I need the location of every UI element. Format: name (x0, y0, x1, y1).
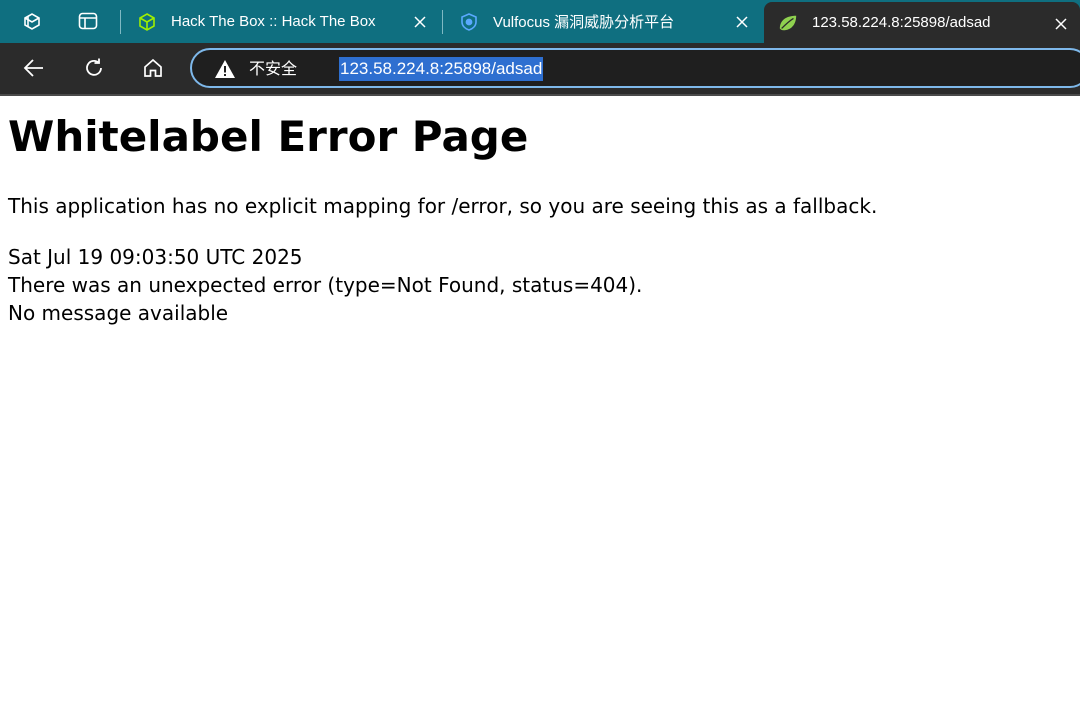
not-secure-label[interactable]: 不安全 (249, 59, 297, 79)
error-message: No message available (8, 301, 229, 325)
url-text[interactable]: 123.58.224.8:25898/adsad (339, 57, 544, 81)
workspaces-icon[interactable] (14, 4, 50, 38)
tab-actions-icon[interactable] (70, 4, 106, 38)
address-bar[interactable]: 不安全 123.58.224.8:25898/adsad (190, 48, 1080, 88)
page-title: Whitelabel Error Page (8, 112, 529, 161)
page-content: Whitelabel Error Page This application h… (0, 96, 1080, 704)
tab-strip: Hack The Box :: Hack The Box Vulfocus 漏洞… (0, 0, 1080, 43)
error-type-status: There was an unexpected error (type=Not … (8, 273, 643, 297)
close-icon[interactable] (731, 11, 753, 33)
spring-leaf-icon (778, 13, 798, 33)
warning-icon[interactable] (214, 59, 236, 79)
htb-cube-icon (137, 12, 157, 32)
tab-title: Vulfocus 漏洞威胁分析平台 (493, 14, 675, 31)
tab-vulfocus[interactable]: Vulfocus 漏洞威胁分析平台 (443, 0, 763, 43)
close-icon[interactable] (1050, 13, 1072, 35)
tab-error-page[interactable]: 123.58.224.8:25898/adsad (764, 2, 1080, 43)
tab-title: Hack The Box :: Hack The Box (171, 13, 376, 30)
home-icon[interactable] (135, 51, 171, 85)
error-timestamp: Sat Jul 19 09:03:50 UTC 2025 (8, 245, 303, 269)
refresh-icon[interactable] (76, 51, 112, 85)
back-arrow-icon[interactable] (16, 51, 52, 85)
browser-toolbar: 不安全 123.58.224.8:25898/adsad (0, 43, 1080, 94)
tab-hack-the-box[interactable]: Hack The Box :: Hack The Box (121, 0, 441, 43)
close-icon[interactable] (409, 11, 431, 33)
vulfocus-shield-icon (459, 12, 479, 32)
error-details: Sat Jul 19 09:03:50 UTC 2025 There was a… (8, 243, 642, 327)
tab-title: 123.58.224.8:25898/adsad (812, 14, 991, 31)
intro-text: This application has no explicit mapping… (8, 194, 878, 218)
